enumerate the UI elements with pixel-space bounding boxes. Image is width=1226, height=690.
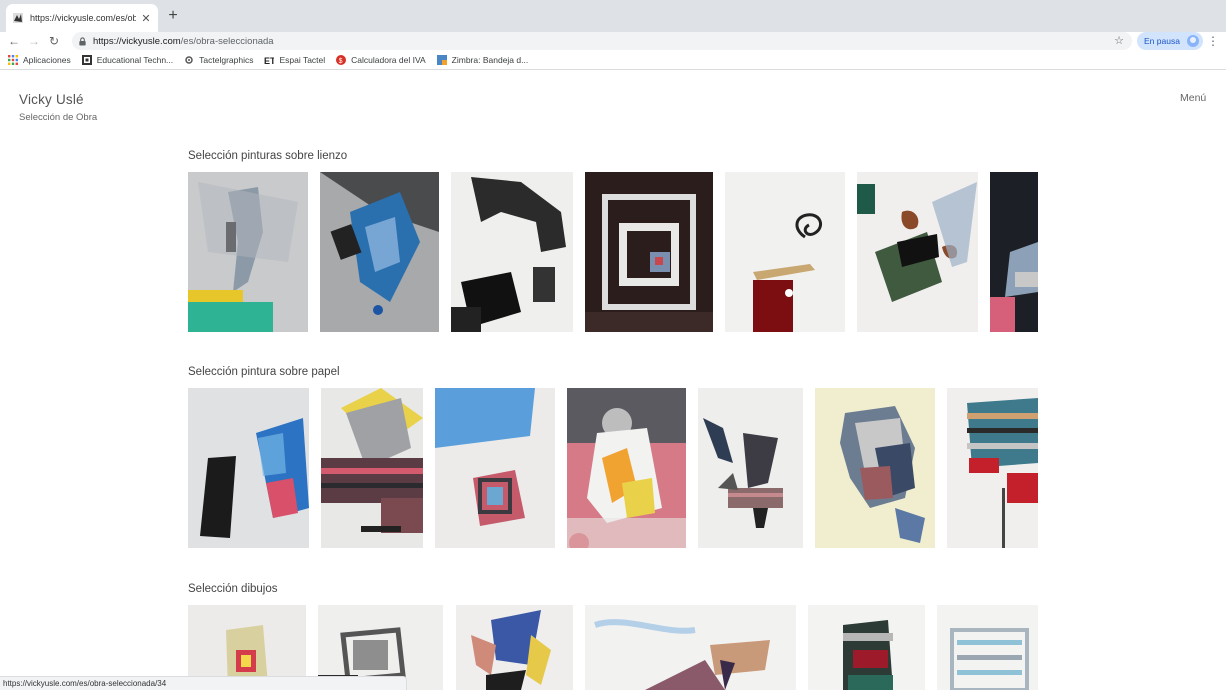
artwork-thumbnail[interactable] — [698, 388, 803, 548]
browser-tab-strip: https://vickyusle.com/es/obra- ✕ + — [0, 0, 1226, 32]
tab-close-icon[interactable]: ✕ — [140, 12, 152, 25]
bookmark-tactelgraphics[interactable]: Tactelgraphics — [184, 55, 253, 65]
svg-text:$: $ — [339, 57, 343, 64]
bookmark-label: Espai Tactel — [279, 54, 326, 65]
profile-label: En pausa — [1144, 36, 1180, 46]
back-arrow-icon[interactable]: ← — [4, 32, 24, 50]
bookmark-label: Zimbra: Bandeja d... — [451, 54, 529, 65]
artwork-thumbnail[interactable] — [320, 172, 439, 332]
bookmark-label: Aplicaciones — [23, 54, 71, 65]
section-title-lienzo: Selección pinturas sobre lienzo — [188, 150, 348, 162]
artwork-thumbnail[interactable] — [451, 172, 573, 332]
bookmark-educational-tech[interactable]: Educational Techn... — [81, 54, 174, 65]
site-favicon-icon — [13, 13, 23, 23]
bookmark-zimbra[interactable]: Zimbra: Bandeja d... — [436, 54, 529, 65]
avatar-icon — [1187, 35, 1199, 47]
zimbra-icon — [436, 54, 447, 65]
artwork-thumbnail[interactable] — [321, 388, 423, 548]
browser-tab[interactable]: https://vickyusle.com/es/obra- ✕ — [6, 4, 158, 32]
artwork-thumbnail[interactable] — [937, 605, 1038, 690]
bookmark-star-icon[interactable]: ☆ — [1114, 34, 1124, 47]
bookmark-iva-calculator[interactable]: $ Calculadora del IVA — [336, 54, 426, 65]
reload-icon[interactable]: ↻ — [44, 32, 64, 50]
artwork-thumbnail[interactable] — [815, 388, 935, 548]
webpage: Vicky Uslé Selección de Obra Menú Selecc… — [0, 70, 1226, 690]
more-menu-icon[interactable]: ⋮ — [1207, 33, 1219, 49]
url-text: https://vickyusle.com/es/obra-selecciona… — [93, 35, 274, 47]
section-title-papel: Selección pintura sobre papel — [188, 366, 340, 378]
bookmark-label: Tactelgraphics — [199, 54, 254, 65]
artwork-thumbnail[interactable] — [435, 388, 555, 548]
artwork-thumbnail[interactable] — [567, 388, 686, 548]
artwork-thumbnail[interactable] — [947, 388, 1038, 548]
artwork-thumbnail[interactable] — [990, 172, 1038, 332]
bookmark-apps[interactable]: Aplicaciones — [8, 54, 71, 65]
iva-calculator-icon: $ — [336, 54, 347, 65]
artwork-thumbnail[interactable] — [456, 605, 573, 690]
artwork-thumbnail[interactable] — [188, 388, 309, 548]
browser-toolbar: ← → ↻ https://vickyusle.com/es/obra-sele… — [0, 32, 1226, 50]
site-title[interactable]: Vicky Uslé — [19, 92, 84, 107]
forward-arrow-icon[interactable]: → — [24, 32, 44, 50]
menu-link[interactable]: Menú — [1180, 92, 1206, 104]
artwork-thumbnail[interactable] — [808, 605, 925, 690]
bookmark-label: Calculadora del IVA — [351, 54, 426, 65]
profile-chip[interactable]: En pausa — [1137, 32, 1203, 50]
artwork-thumbnail[interactable] — [585, 605, 796, 690]
address-bar[interactable]: https://vickyusle.com/es/obra-selecciona… — [72, 32, 1132, 50]
section-title-dibujos: Selección dibujos — [188, 583, 278, 595]
lock-icon — [79, 36, 86, 46]
artwork-thumbnail[interactable] — [725, 172, 845, 332]
status-bar-url: https://vickyusle.com/es/obra-selecciona… — [0, 676, 407, 690]
espai-tactel-icon: ET — [264, 56, 274, 65]
artwork-thumbnail[interactable] — [857, 172, 978, 332]
educational-tech-icon — [81, 54, 92, 65]
site-subtitle: Selección de Obra — [19, 112, 98, 123]
artwork-thumbnail[interactable] — [188, 172, 308, 332]
svg-text:ET: ET — [264, 56, 274, 65]
new-tab-icon[interactable]: + — [165, 7, 181, 25]
artwork-thumbnail[interactable] — [585, 172, 713, 332]
tactelgraphics-icon — [185, 55, 193, 64]
bookmark-espai-tactel[interactable]: ET Espai Tactel — [264, 55, 325, 65]
tab-title: https://vickyusle.com/es/obra- — [30, 13, 136, 23]
bookmarks-bar: Aplicaciones Educational Techn... Tactel… — [0, 50, 1226, 70]
apps-grid-icon — [8, 54, 18, 65]
bookmark-label: Educational Techn... — [96, 54, 174, 65]
